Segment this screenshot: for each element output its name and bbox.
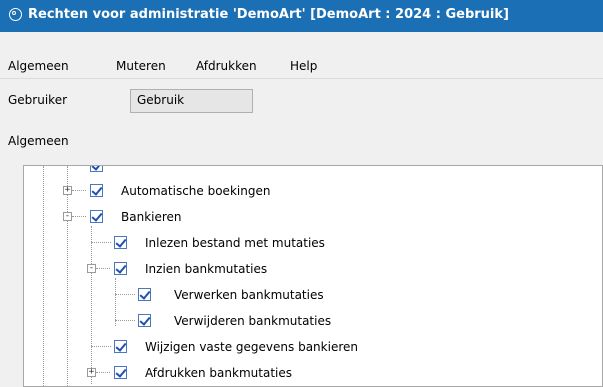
tree-line-root	[43, 166, 44, 386]
window-title: Rechten voor administratie 'DemoArt' [De…	[28, 7, 509, 22]
collapse-icon[interactable]: -	[87, 264, 96, 273]
node-label: Bankieren	[121, 210, 182, 224]
rights-form: Gebruiker Gebruik Algemeen + Automatisch…	[0, 79, 603, 387]
tree-line-inzien	[115, 278, 116, 326]
node-checkbox[interactable]	[114, 340, 127, 353]
menu-afdrukken[interactable]: Afdrukken	[196, 59, 257, 73]
collapse-icon[interactable]: -	[63, 212, 72, 221]
tree-line-level1	[67, 166, 68, 386]
node-checkbox[interactable]	[90, 184, 103, 197]
node-checkbox[interactable]	[138, 288, 151, 301]
user-label: Gebruiker	[8, 93, 68, 107]
partial-checkbox[interactable]	[90, 166, 103, 172]
section-label: Algemeen	[8, 134, 69, 148]
node-checkbox[interactable]	[138, 314, 151, 327]
expand-icon[interactable]: +	[63, 186, 72, 195]
menu-help[interactable]: Help	[290, 59, 317, 73]
user-field: Gebruik	[130, 89, 253, 113]
app-icon	[9, 8, 22, 21]
node-label: Verwijderen bankmutaties	[174, 314, 332, 328]
title-bar: Rechten voor administratie 'DemoArt' [De…	[0, 0, 603, 32]
node-label: Wijzigen vaste gegevens bankieren	[145, 340, 358, 354]
node-checkbox[interactable]	[114, 366, 127, 379]
node-checkbox[interactable]	[114, 236, 127, 249]
node-label: Inlezen bestand met mutaties	[145, 236, 325, 250]
menu-algemeen[interactable]: Algemeen	[8, 59, 69, 73]
menu-muteren[interactable]: Muteren	[116, 59, 166, 73]
node-checkbox[interactable]	[90, 210, 103, 223]
rights-tree[interactable]: + Automatische boekingen - Bankieren Inl…	[23, 165, 603, 387]
node-checkbox[interactable]	[114, 262, 127, 275]
tree-line-bankieren	[91, 226, 92, 384]
node-label: Afdrukken bankmutaties	[145, 366, 292, 380]
node-label: Verwerken bankmutaties	[174, 288, 324, 302]
node-label: Inzien bankmutaties	[145, 262, 268, 276]
menu-bar: Algemeen Muteren Afdrukken Help	[0, 56, 603, 79]
node-label: Automatische boekingen	[121, 184, 271, 198]
expand-icon[interactable]: +	[87, 368, 96, 377]
